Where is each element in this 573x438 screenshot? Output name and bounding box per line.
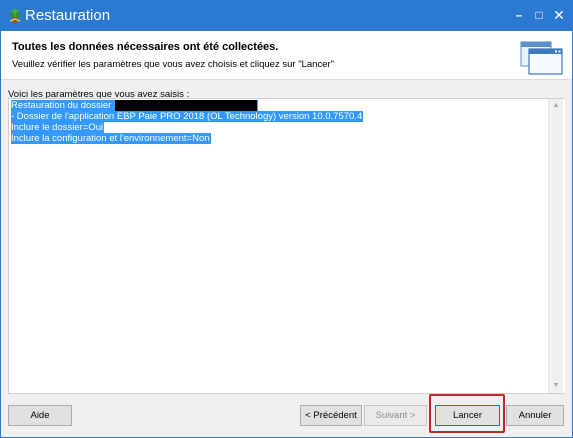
restore-dialog-window: Restauration – □ ✕ Toutes les données né… [0, 0, 573, 438]
scroll-up-arrow-icon[interactable]: ▲ [549, 99, 563, 113]
window-title: Restauration [25, 7, 111, 24]
help-button[interactable]: Aide [8, 405, 72, 426]
app-restore-icon [9, 9, 21, 24]
summary-line-include-config: Inclure la configuration et l'environnem… [11, 133, 211, 144]
summary-line-app-folder: - Dossier de l'application EBP Paie PRO … [11, 111, 364, 122]
summary-line-restore-folder: Restauration du dossier [11, 100, 259, 111]
close-button[interactable]: ✕ [551, 6, 567, 24]
window-dialog-icon [520, 41, 563, 75]
page-title: Toutes les données nécessaires ont été c… [12, 41, 279, 53]
page-subtitle: Veuillez vérifier les paramètres que vou… [12, 59, 334, 70]
parameters-summary-textbox[interactable]: Restauration du dossier - Dossier de l'a… [8, 98, 565, 394]
previous-button[interactable]: < Précédent [300, 405, 362, 426]
wizard-header: Toutes les données nécessaires ont été c… [1, 31, 572, 80]
next-button-disabled: Suivant > [364, 405, 427, 426]
scroll-down-arrow-icon[interactable]: ▼ [549, 379, 563, 393]
annotation-highlight-box [429, 394, 505, 433]
redacted-block [115, 100, 258, 111]
title-bar[interactable]: Restauration – □ ✕ [1, 1, 572, 31]
vertical-scrollbar[interactable]: ▲ ▼ [548, 99, 563, 393]
summary-line-include-folder: Inclure le dossier=Oui [11, 122, 105, 133]
minimize-button[interactable]: – [511, 6, 527, 24]
cancel-button[interactable]: Annuler [506, 405, 564, 426]
summary-line-text: Restauration du dossier [11, 100, 112, 111]
maximize-button[interactable]: □ [531, 6, 547, 24]
